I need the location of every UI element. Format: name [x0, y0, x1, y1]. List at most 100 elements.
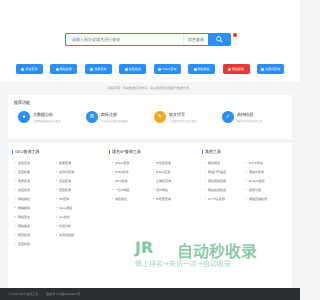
nav-icon [193, 67, 197, 71]
tool-list: 网站测速 HTTP状态网站打开速度 网站IP查询网站源码查看 Robots检测网站在线… [198, 155, 292, 201]
shield-icon: ✓ [222, 111, 234, 123]
nav-icon [55, 67, 59, 71]
nav-icon [158, 67, 162, 71]
tool-link[interactable]: HTTP头检测 [205, 197, 245, 201]
tool-link[interactable]: 网站测速 [205, 161, 245, 165]
section-title: 域名/IP查询工具 [112, 149, 141, 154]
search-button[interactable] [208, 34, 230, 45]
tool-link[interactable]: 死链检测 [56, 188, 96, 192]
tool-link[interactable]: 域名信息 [112, 197, 152, 201]
recommended-name: 商标注册 [101, 111, 117, 117]
hot-badge [233, 33, 237, 37]
recommended-name: 软文代写 [169, 111, 185, 117]
tool-link[interactable]: Alexa排名 [56, 206, 96, 210]
tool-link[interactable]: 友链检测 [15, 188, 55, 192]
recommended-item[interactable]: ✎ 软文代写专业软文写作与推广服务 [154, 111, 214, 123]
tool-link[interactable]: 外链分析 [56, 224, 96, 228]
tool-link[interactable]: seo综合 [56, 215, 96, 219]
search-box: 综合查询 [65, 33, 231, 46]
pen-icon: ✎ [154, 111, 166, 123]
other-tools-column: 其他工具 网站测速 HTTP状态网站打开速度 网站IP查询网站源码查看 Robots检… [198, 143, 292, 201]
tool-link[interactable]: 蜘蛛模拟 [15, 206, 55, 210]
tool-link[interactable]: 同IP网站 [153, 188, 193, 192]
trademark-icon: R [86, 111, 98, 123]
tool-link[interactable]: 关键词挖掘 [56, 233, 96, 237]
seo-tools-column: SEO查询工具 综合查询 权重查询百度权重 关键词查询收录查询 反链查询友链检测 死链检… [8, 143, 102, 246]
recommended-desc: 专业软文写作与推广服务 [169, 119, 197, 123]
tool-link[interactable]: Whois查询 [112, 161, 152, 165]
recommended-item[interactable]: ✓ 劫持检测网站DNS劫持检测工具 [222, 111, 282, 123]
recommended-desc: 专业商标注册与查询服务 [101, 119, 129, 123]
chart-icon: ● [18, 111, 30, 123]
section-title: 其他工具 [205, 149, 221, 154]
footer-copyright: © 2019-2023 站长工具 [8, 292, 39, 296]
nav-button-1[interactable]: 网站权重 [50, 64, 78, 74]
tool-link[interactable]: 百度权重 [15, 170, 55, 174]
tool-link[interactable]: Robots检测 [246, 179, 286, 183]
tool-link[interactable]: Whois反查 [153, 170, 193, 174]
tool-link[interactable]: 网站IP查询 [246, 170, 286, 174]
recommended-desc: 全网网站数据分析与查询 [33, 119, 61, 123]
notice-text: 特别声明：本站数据仅供参考，请以各搜索引擎官方数据为准。 [107, 86, 192, 90]
nav-button-2[interactable]: 权重查询 [84, 64, 112, 74]
nav-icon [124, 67, 128, 71]
nav-button-5[interactable]: 网站测速 [188, 64, 216, 74]
tool-link[interactable]: 百度外链 [15, 242, 55, 246]
tool-list: 综合查询 权重查询百度权重 关键词查询收录查询 反链查询友链检测 死链检测网站排名 PR查… [8, 155, 102, 246]
search-icon [215, 36, 223, 43]
recommended-item[interactable]: ● 大数据分析全网网站数据分析与查询 [18, 111, 78, 123]
nav-button-6[interactable]: 网站备案 [222, 64, 250, 74]
tool-link[interactable]: 网站源码查看 [205, 179, 245, 183]
section-marker [202, 150, 203, 154]
recommended-title: 推荐功能 [14, 100, 30, 105]
tool-link[interactable]: 网站在线状态 [205, 188, 245, 192]
nav-button-0[interactable]: 综合查询 [16, 64, 43, 74]
nav-button-4[interactable]: Whois查询 [153, 64, 181, 74]
recommended-name: 大数据分析 [33, 111, 53, 117]
section-marker [109, 150, 110, 154]
recommended-card: 推荐功能 ● 大数据分析全网网站数据分析与查询 R 商标注册专业商标注册与查询服… [8, 95, 292, 139]
tool-link[interactable]: 一亿IP域名 [112, 188, 152, 192]
recommended-desc: 网站DNS劫持检测工具 [237, 119, 263, 123]
recommended-name: 劫持检测 [237, 111, 253, 117]
tool-link[interactable]: 反链查询 [56, 179, 96, 183]
tool-link[interactable]: 网站打开速度 [205, 170, 245, 174]
recommended-item[interactable]: R 商标注册专业商标注册与查询服务 [86, 111, 146, 123]
tool-link[interactable]: 搜索引擎 [246, 188, 286, 192]
tool-nav: 综合查询 网站权重 权重查询 友链检测 Whois查询 网站测速 网站备案 关键… [0, 56, 300, 82]
section-title: SEO查询工具 [15, 149, 40, 154]
tool-link[interactable]: IP位置查询 [153, 161, 193, 165]
tool-link[interactable]: 权重查询 [56, 161, 96, 165]
tool-link[interactable]: HTTP状态 [246, 161, 286, 165]
tool-link[interactable]: IP批量查询 [153, 197, 193, 201]
nav-icon [260, 67, 264, 71]
recommended-list: ● 大数据分析全网网站数据分析与查询 R 商标注册专业商标注册与查询服务 ✎ 软… [8, 106, 292, 123]
nav-button-7[interactable]: 关键词查询 [256, 64, 284, 74]
domain-tools-column: 域名/IP查询工具 Whois查询 IP位置查询 PING检测 Whois反查 DNS查… [105, 143, 199, 201]
page-root: 综合查询 综合查询 网站权重 权重查询 友链检测 Whois查询 网站测速 网站… [0, 0, 300, 300]
tool-link[interactable]: 综合查询 [15, 161, 55, 165]
tool-link[interactable]: 网页检测 [15, 233, 55, 237]
section-marker [12, 150, 13, 154]
tool-link[interactable]: 收录查询 [15, 179, 55, 183]
tool-link[interactable]: DNS查询 [112, 179, 152, 183]
tool-link[interactable]: PR查询 [56, 197, 96, 201]
nav-icon [228, 67, 232, 71]
search-input[interactable] [66, 34, 183, 45]
tool-link[interactable]: PING检测 [112, 170, 152, 174]
tool-link[interactable]: 子域名查询 [153, 179, 193, 183]
tools-card: SEO查询工具 综合查询 权重查询百度权重 关键词查询收录查询 反链查询友链检测 死链检… [8, 143, 292, 291]
footer: © 2019-2023 站长工具 备案号 ICP备20230001号 [0, 288, 300, 300]
tool-link[interactable]: 网站排名 [15, 197, 55, 201]
search-header: 综合查询 [0, 0, 300, 56]
search-type-select[interactable]: 综合查询 [183, 34, 208, 45]
nav-icon [21, 67, 25, 71]
nav-button-3[interactable]: 友链检测 [119, 64, 147, 74]
nav-icon [90, 67, 94, 71]
tool-link[interactable]: 关键词查询 [56, 170, 96, 174]
tool-link[interactable]: 网站备案 [15, 224, 55, 228]
tool-link[interactable]: 网站压缩检测 [246, 197, 286, 201]
tool-link[interactable]: 网站安全 [15, 215, 55, 219]
footer-icp[interactable]: 备案号 ICP备20230001号 [46, 292, 80, 296]
tool-list: Whois查询 IP位置查询 PING检测 Whois反查 DNS查询 子域名查询一亿IP… [105, 155, 199, 201]
